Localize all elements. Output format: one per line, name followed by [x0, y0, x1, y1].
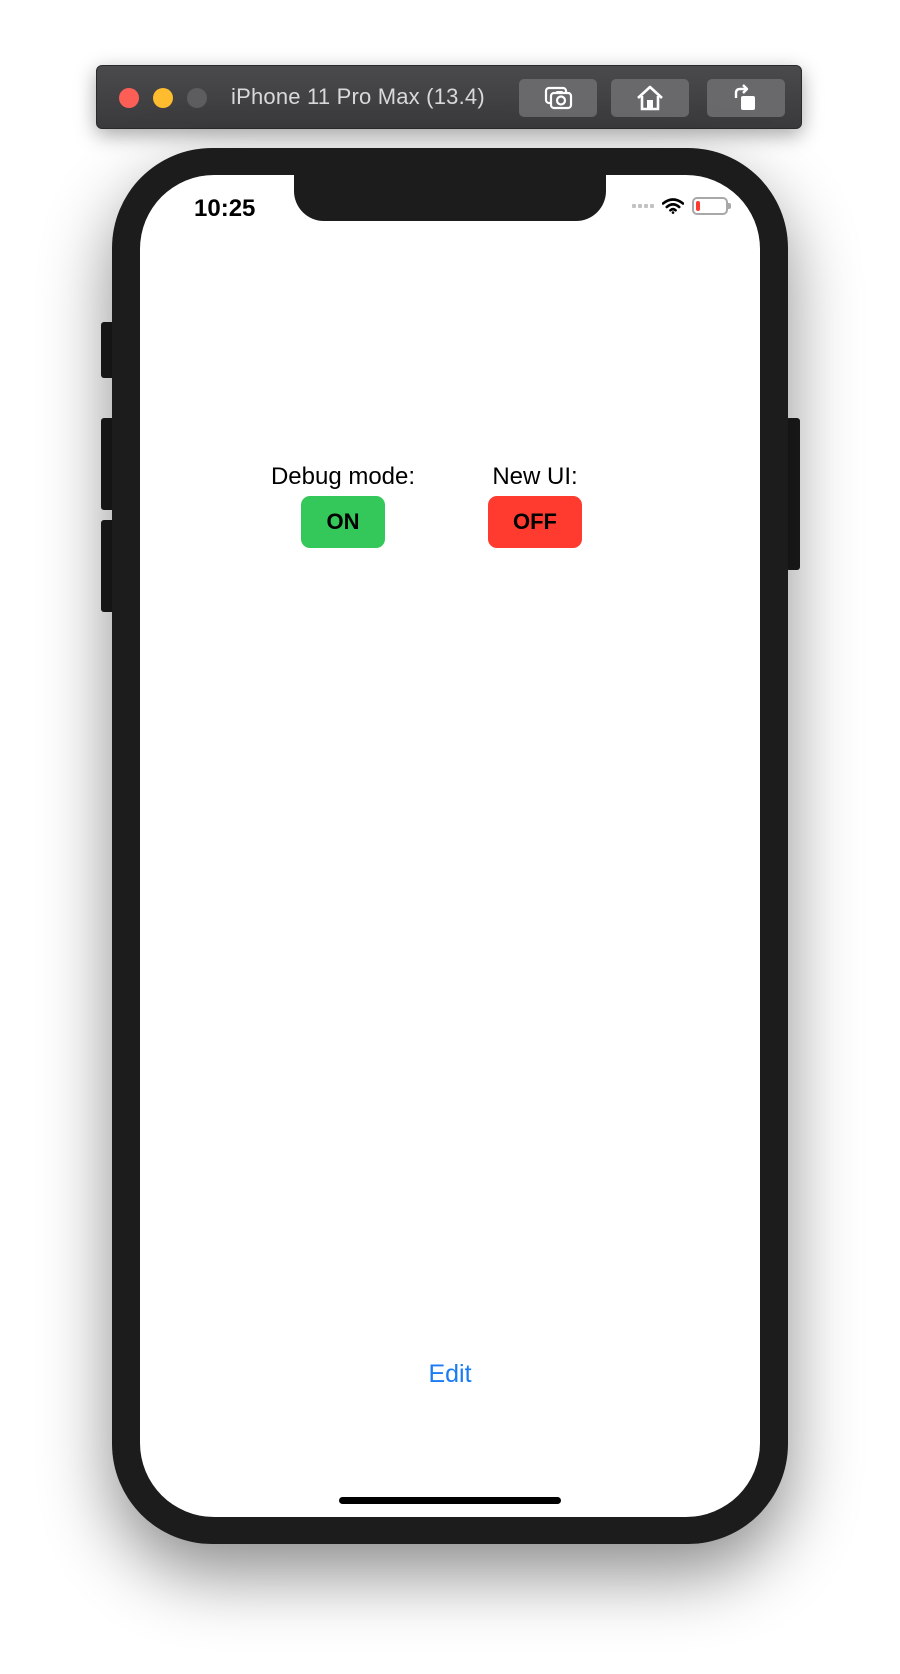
- new-ui-group: New UI: OFF: [460, 462, 610, 548]
- debug-mode-toggle-button[interactable]: ON: [301, 496, 385, 548]
- screenshot-button[interactable]: [519, 79, 597, 117]
- close-window-button[interactable]: [119, 88, 139, 108]
- screenshot-icon: [544, 86, 573, 110]
- notch: [294, 175, 606, 221]
- device-screen: 10:25 Debug mode: ON New UI: OFF Edit: [140, 175, 760, 1517]
- home-icon: [637, 85, 663, 111]
- new-ui-label: New UI:: [492, 463, 578, 490]
- zoom-window-button[interactable]: [187, 88, 207, 108]
- simulator-toolbar: iPhone 11 Pro Max (13.4): [96, 65, 802, 129]
- home-indicator[interactable]: [339, 1497, 561, 1504]
- status-indicators: [632, 197, 731, 215]
- debug-mode-group: Debug mode: ON: [258, 462, 428, 548]
- status-time: 10:25: [194, 195, 256, 222]
- simulator-title: iPhone 11 Pro Max (13.4): [231, 84, 485, 109]
- wifi-icon: [662, 198, 684, 214]
- rotate-icon: [734, 84, 755, 110]
- edit-button[interactable]: Edit: [140, 1360, 760, 1389]
- stage: iPhone 11 Pro Max (13.4) 10:25 Debug mod…: [0, 0, 900, 1674]
- minimize-window-button[interactable]: [153, 88, 173, 108]
- battery-level: [696, 201, 700, 211]
- home-button[interactable]: [611, 79, 689, 117]
- new-ui-toggle-button[interactable]: OFF: [488, 496, 582, 548]
- battery-icon: [692, 197, 731, 215]
- rotate-button[interactable]: [707, 79, 785, 117]
- cellular-signal-icon: [632, 204, 654, 208]
- debug-mode-label: Debug mode:: [270, 463, 416, 490]
- power-button: [786, 418, 800, 570]
